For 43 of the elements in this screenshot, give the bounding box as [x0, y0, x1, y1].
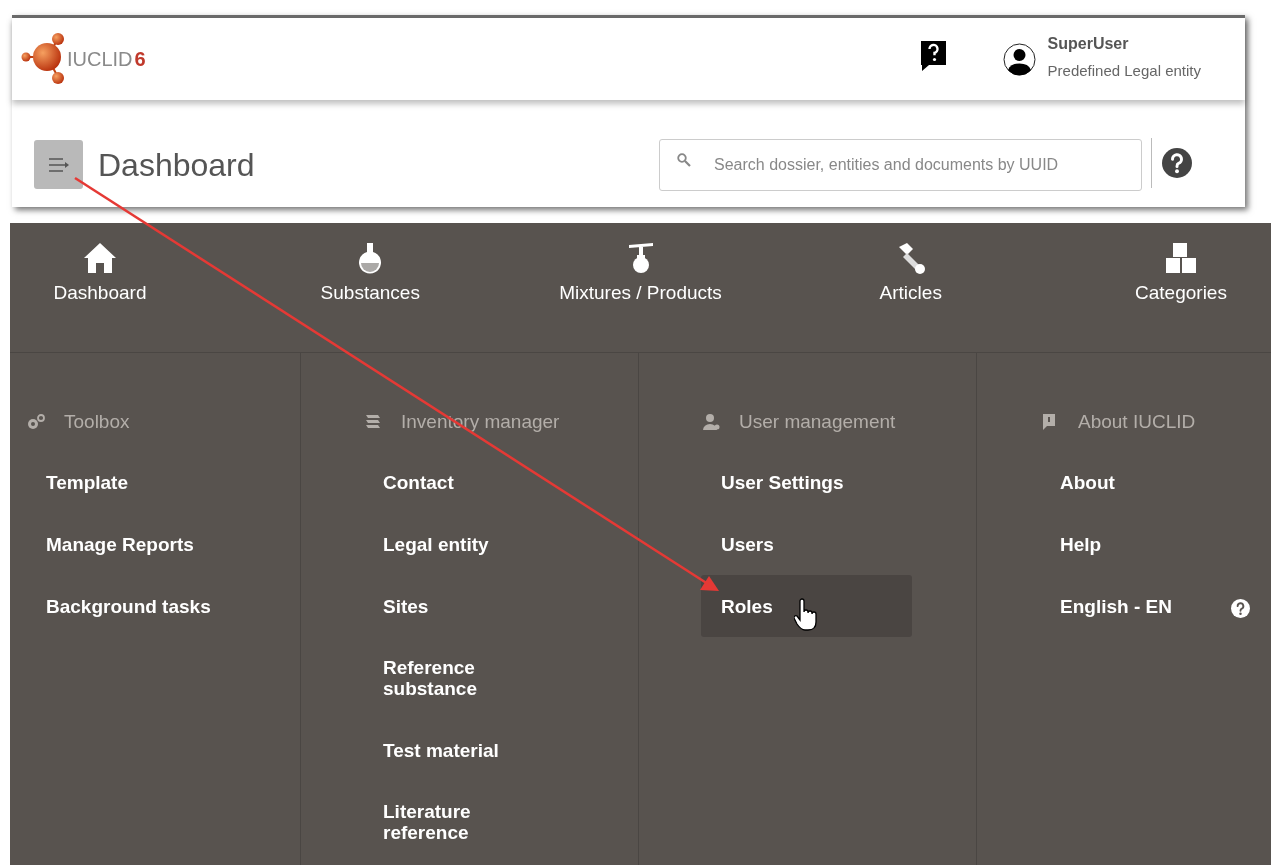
menu-heading: Toolbox: [64, 409, 130, 434]
boxes-icon: [1163, 241, 1199, 275]
stack-icon: [363, 413, 383, 431]
logo-name: IUCLID: [67, 47, 133, 72]
menu-item[interactable]: Legal entity: [363, 513, 574, 575]
menu-button[interactable]: [34, 140, 83, 189]
help-icon[interactable]: [1161, 147, 1192, 178]
user-name: SuperUser: [1047, 33, 1130, 54]
avatar-icon[interactable]: [1002, 42, 1036, 76]
menu-item[interactable]: Template: [26, 451, 237, 513]
nav-tab[interactable]: Categories: [1091, 241, 1271, 313]
menu-icon: [46, 156, 71, 173]
menu-item[interactable]: Test material: [363, 719, 574, 781]
menu-heading: About IUCLID: [1078, 409, 1196, 434]
menu-item[interactable]: Manage Reports: [26, 513, 237, 575]
gears-icon: [26, 413, 46, 431]
menu-item[interactable]: Sites: [363, 575, 574, 637]
menu-item[interactable]: User Settings: [701, 451, 912, 513]
nav-tab[interactable]: Substances: [280, 241, 461, 313]
menu-item[interactable]: English - EN: [1040, 575, 1251, 637]
menu-heading: User management: [739, 409, 896, 434]
menu-item[interactable]: Reference substance: [363, 637, 574, 719]
legal-entity: Predefined Legal entity: [1047, 60, 1201, 81]
logo-icon: [20, 31, 66, 87]
home-icon: [82, 241, 118, 275]
search-field[interactable]: Search dossier, entities and documents by UUID: [659, 138, 1142, 191]
menu-item[interactable]: Contact: [363, 451, 574, 513]
menu-item[interactable]: Roles: [701, 575, 912, 637]
nav-tab[interactable]: Articles: [820, 241, 1001, 313]
search-icon: [677, 152, 691, 167]
help-icon[interactable]: [1231, 599, 1250, 618]
nav-tab[interactable]: Mixtures / Products: [550, 241, 731, 313]
user-icon: [701, 413, 721, 431]
hand-cursor-icon: [794, 598, 818, 632]
menu-item[interactable]: Help: [1040, 513, 1251, 575]
menu-item[interactable]: Literature reference: [363, 781, 574, 863]
logo-version: 6: [134, 47, 146, 72]
menu-item[interactable]: Background tasks: [26, 575, 237, 637]
menu-item[interactable]: About: [1040, 451, 1251, 513]
nav-tab[interactable]: Dashboard: [10, 241, 190, 313]
feedback-icon[interactable]: [919, 40, 947, 72]
page-title: Dashboard: [98, 145, 255, 185]
menu-item[interactable]: Users: [701, 513, 912, 575]
